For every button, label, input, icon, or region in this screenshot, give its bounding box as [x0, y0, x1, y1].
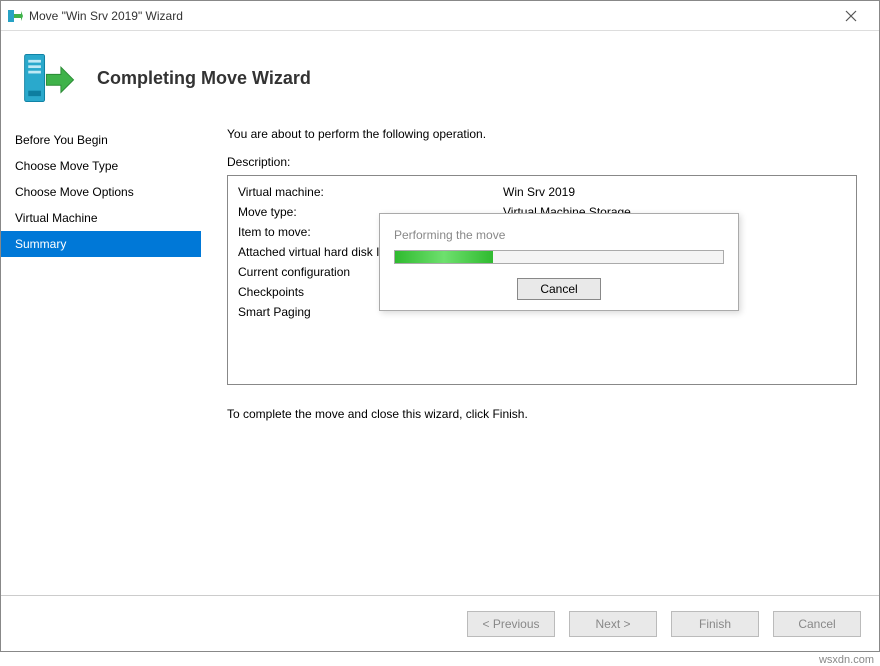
desc-row-vm: Virtual machine: Win Srv 2019 [238, 182, 846, 202]
progress-dialog: Performing the move Cancel [379, 213, 739, 311]
progress-label: Performing the move [394, 228, 724, 242]
window-title: Move "Win Srv 2019" Wizard [29, 9, 831, 23]
step-sidebar: Before You Begin Choose Move Type Choose… [1, 119, 201, 595]
description-label: Description: [227, 155, 857, 169]
step-choose-move-type[interactable]: Choose Move Type [1, 153, 201, 179]
finish-instruction: To complete the move and close this wiza… [227, 407, 857, 421]
wizard-header: Completing Move Wizard [1, 31, 879, 119]
previous-button[interactable]: < Previous [467, 611, 555, 637]
step-choose-move-options[interactable]: Choose Move Options [1, 179, 201, 205]
titlebar: Move "Win Srv 2019" Wizard [1, 1, 879, 31]
progress-button-row: Cancel [394, 278, 724, 300]
desc-label: Virtual machine: [238, 182, 503, 202]
progress-cancel-button[interactable]: Cancel [517, 278, 600, 300]
server-move-icon [21, 49, 79, 107]
progress-fill [395, 251, 493, 263]
close-icon[interactable] [831, 2, 871, 30]
app-icon [7, 8, 23, 24]
step-summary[interactable]: Summary [1, 231, 201, 257]
wizard-window: Move "Win Srv 2019" Wizard Completing Mo… [0, 0, 880, 652]
progress-bar [394, 250, 724, 264]
finish-button[interactable]: Finish [671, 611, 759, 637]
intro-text: You are about to perform the following o… [227, 127, 857, 141]
cancel-button[interactable]: Cancel [773, 611, 861, 637]
wizard-footer: < Previous Next > Finish Cancel [1, 595, 879, 651]
step-virtual-machine[interactable]: Virtual Machine [1, 205, 201, 231]
next-button[interactable]: Next > [569, 611, 657, 637]
wizard-title: Completing Move Wizard [97, 68, 311, 89]
watermark: wsxdn.com [819, 654, 874, 666]
wizard-main: You are about to perform the following o… [201, 119, 867, 595]
desc-value: Win Srv 2019 [503, 182, 846, 202]
step-before-you-begin[interactable]: Before You Begin [1, 127, 201, 153]
wizard-body: Before You Begin Choose Move Type Choose… [1, 119, 879, 595]
